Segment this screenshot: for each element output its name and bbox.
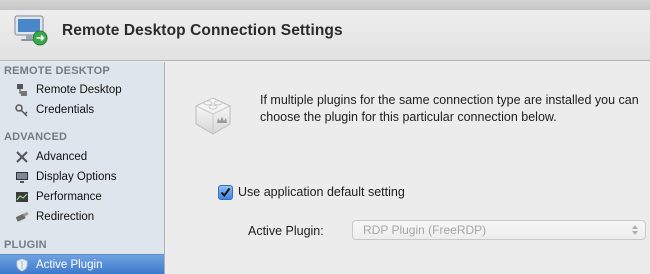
select-arrows-icon (632, 225, 638, 235)
connection-icon (14, 82, 30, 98)
window-titlebar (0, 0, 650, 10)
display-icon (14, 169, 30, 185)
tools-icon (14, 149, 30, 165)
plugin-shield-icon (14, 257, 30, 273)
sidebar-item-label: Redirection (36, 211, 95, 223)
use-default-checkbox[interactable] (218, 185, 233, 200)
plugin-icon (195, 97, 231, 135)
section-header-remote-desktop: REMOTE DESKTOP (4, 65, 110, 77)
sidebar-item-label: Advanced (36, 151, 88, 163)
redirection-icon (14, 209, 30, 225)
performance-icon (14, 189, 30, 205)
sidebar-item-remote-desktop[interactable]: Remote Desktop (0, 80, 164, 100)
section-header-plugin: PLUGIN (4, 239, 47, 251)
sidebar-item-active-plugin[interactable]: Active Plugin (0, 254, 164, 274)
sidebar-item-label: Credentials (36, 104, 95, 116)
sidebar-item-label: Active Plugin (36, 258, 103, 271)
sidebar-item-credentials[interactable]: Credentials (0, 100, 164, 120)
window-header: Remote Desktop Connection Settings (0, 0, 650, 61)
plugin-info-text: If multiple plugins for the same connect… (260, 93, 639, 124)
window-title: Remote Desktop Connection Settings (62, 22, 343, 39)
sidebar-item-label: Remote Desktop (36, 84, 122, 96)
sidebar-item-display-options[interactable]: Display Options (0, 167, 164, 187)
key-icon (14, 102, 30, 118)
checkmark-icon (220, 187, 231, 198)
sidebar-item-redirection[interactable]: Redirection (0, 207, 164, 227)
sidebar: REMOTE DESKTOP Remote Desktop Credential… (0, 62, 165, 274)
settings-panel: If multiple plugins for the same connect… (166, 62, 650, 274)
sidebar-item-label: Performance (36, 191, 102, 203)
sidebar-item-advanced[interactable]: Advanced (0, 147, 164, 167)
use-default-label[interactable]: Use application default setting (238, 185, 405, 199)
active-plugin-select[interactable]: RDP Plugin (FreeRDP) (352, 220, 646, 240)
section-header-advanced: ADVANCED (4, 131, 68, 143)
sidebar-item-label: Display Options (36, 171, 117, 183)
remote-desktop-app-icon (14, 15, 48, 46)
sidebar-item-performance[interactable]: Performance (0, 187, 164, 207)
active-plugin-label: Active Plugin: (248, 224, 324, 238)
active-plugin-value: RDP Plugin (FreeRDP) (363, 223, 487, 237)
